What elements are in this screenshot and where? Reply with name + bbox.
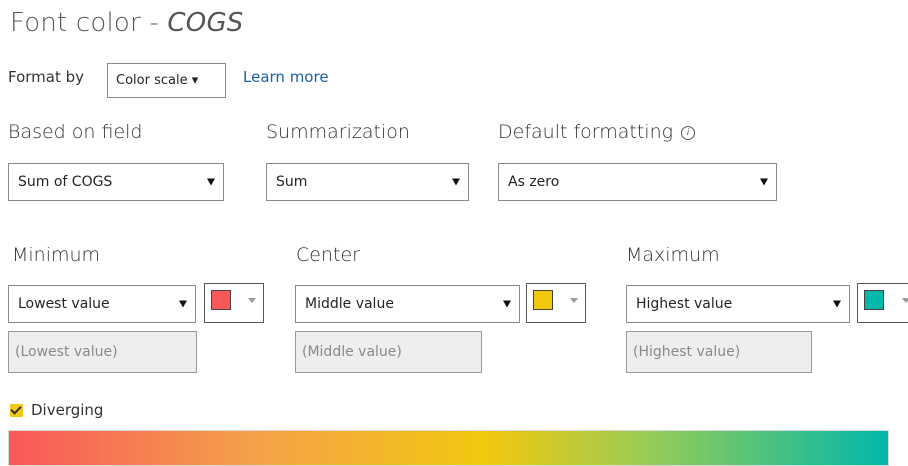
summarization-label: Summarization	[266, 121, 410, 143]
chevron-down-icon	[902, 298, 908, 303]
format-by-value: Color scale ▾	[116, 73, 199, 88]
summarization-value: Sum	[276, 174, 308, 190]
checkmark-icon	[10, 403, 22, 415]
center-label: Center	[296, 244, 360, 266]
center-placeholder: (Middle value)	[302, 344, 402, 360]
default-formatting-label: Default formatting i	[498, 121, 696, 143]
based-on-field-value: Sum of COGS	[18, 174, 113, 190]
format-by-label: Format by	[8, 68, 85, 86]
default-formatting-dropdown[interactable]: As zero	[498, 163, 777, 201]
maximum-value: Highest value	[636, 296, 733, 312]
chevron-down-icon	[833, 300, 841, 308]
minimum-color-picker[interactable]	[204, 283, 264, 323]
based-on-field-dropdown[interactable]: Sum of COGS	[8, 163, 224, 201]
chevron-down-icon	[760, 178, 768, 186]
learn-more-link[interactable]: Learn more	[243, 68, 329, 86]
color-scale-preview	[8, 430, 889, 466]
diverging-checkbox[interactable]	[10, 403, 23, 417]
chevron-down-icon	[452, 178, 460, 186]
minimum-label: Minimum	[12, 244, 101, 266]
center-color-picker[interactable]	[526, 283, 586, 323]
chevron-down-icon	[503, 300, 511, 308]
minimum-placeholder: (Lowest value)	[15, 344, 118, 360]
minimum-color-swatch	[211, 290, 231, 310]
chevron-down-icon	[207, 178, 215, 186]
diverging-label: Diverging	[31, 401, 104, 419]
maximum-label: Maximum	[626, 244, 720, 266]
maximum-dropdown[interactable]: Highest value	[626, 285, 850, 323]
title-prefix: Font color -	[10, 8, 168, 38]
page-title: Font color - COGS	[10, 8, 244, 38]
default-formatting-text: Default formatting	[498, 121, 674, 143]
maximum-color-swatch	[864, 290, 884, 310]
chevron-down-icon	[179, 300, 187, 308]
minimum-value: Lowest value	[18, 296, 110, 312]
center-dropdown[interactable]: Middle value	[295, 285, 520, 323]
chevron-down-icon	[570, 298, 578, 303]
maximum-placeholder: (Highest value)	[633, 344, 741, 360]
info-icon[interactable]: i	[681, 126, 696, 140]
minimum-value-input[interactable]: (Lowest value)	[8, 331, 197, 373]
center-value: Middle value	[305, 296, 394, 312]
summarization-dropdown[interactable]: Sum	[266, 163, 469, 201]
center-color-swatch	[533, 290, 553, 310]
maximum-value-input[interactable]: (Highest value)	[626, 331, 812, 373]
format-by-dropdown[interactable]: Color scale ▾	[107, 63, 226, 98]
chevron-down-icon	[248, 298, 256, 303]
default-formatting-value: As zero	[508, 174, 560, 190]
based-on-field-label: Based on field	[8, 121, 143, 143]
title-field: COGS	[167, 8, 244, 38]
maximum-color-picker[interactable]	[857, 283, 908, 323]
center-value-input[interactable]: (Middle value)	[295, 331, 482, 373]
minimum-dropdown[interactable]: Lowest value	[8, 285, 196, 323]
